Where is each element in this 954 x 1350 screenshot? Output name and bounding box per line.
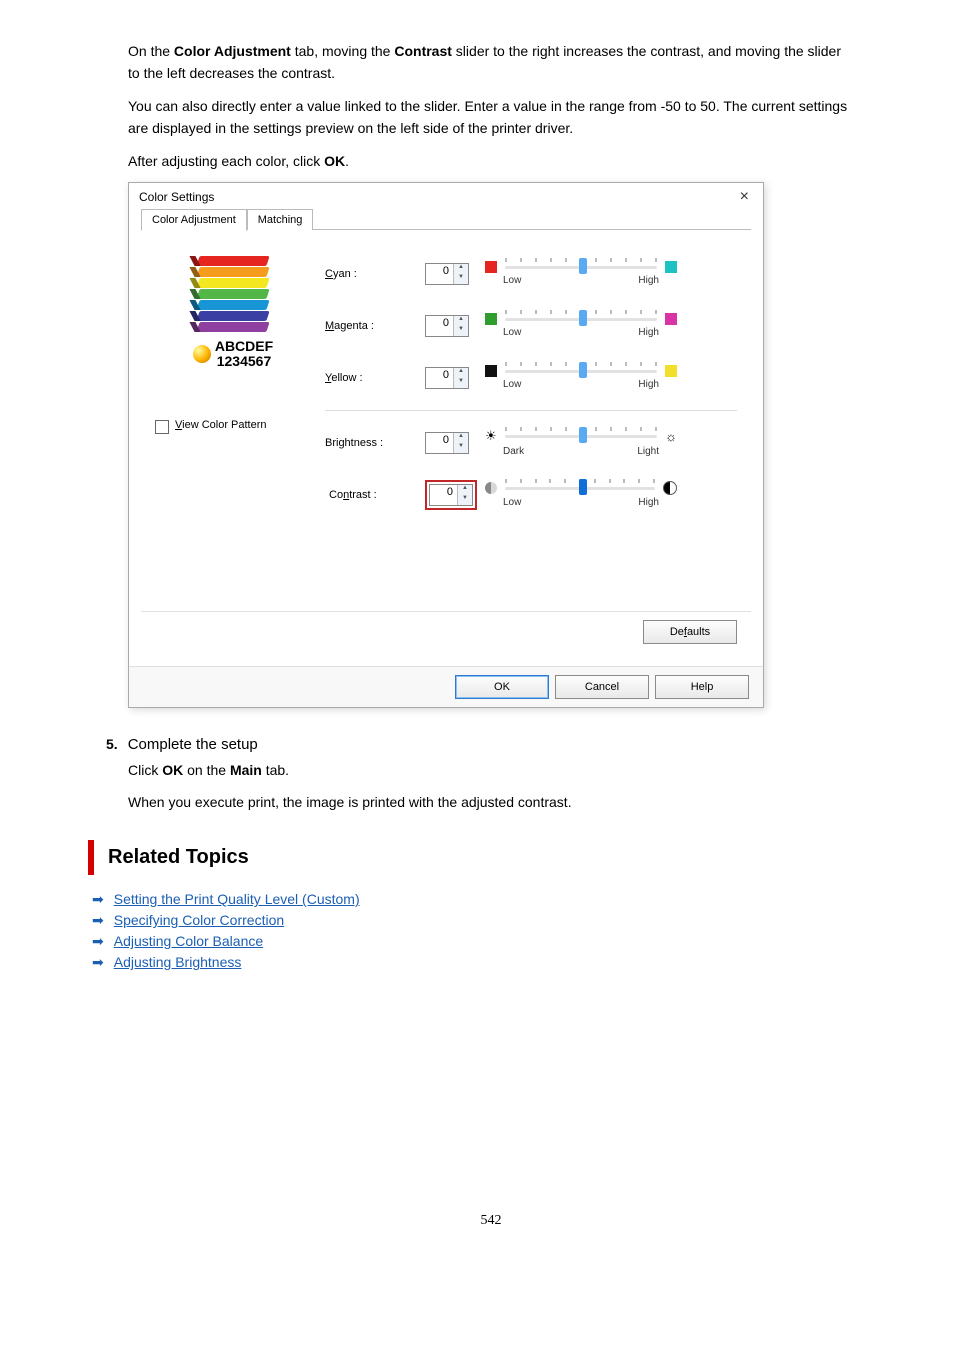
intro-p1: On the Color Adjustment tab, moving the … xyxy=(128,40,854,85)
chevron-down-icon[interactable]: ▼ xyxy=(454,378,468,388)
help-button[interactable]: Help xyxy=(655,675,749,699)
chevron-down-icon[interactable]: ▼ xyxy=(454,274,468,284)
chevron-down-icon[interactable]: ▼ xyxy=(454,443,468,453)
contrast-low-icon xyxy=(485,482,497,494)
magenta-label: Magenta : xyxy=(325,300,425,352)
defaults-button[interactable]: Defaults xyxy=(643,620,737,644)
contrast-high-icon xyxy=(663,481,677,495)
link-print-quality[interactable]: Setting the Print Quality Level (Custom) xyxy=(114,891,360,907)
preview-dot-icon xyxy=(193,345,211,363)
link-brightness[interactable]: Adjusting Brightness xyxy=(114,954,242,970)
related-heading: Related Topics xyxy=(88,840,854,875)
close-icon[interactable]: × xyxy=(736,189,753,205)
dialog-title: Color Settings xyxy=(139,190,214,204)
yellow-spin[interactable]: 0▲▼ xyxy=(425,367,469,389)
chevron-down-icon[interactable]: ▼ xyxy=(454,326,468,336)
txt: Color Adjustment xyxy=(174,43,291,59)
high-label: High xyxy=(638,275,659,286)
preview: ABCDEF 1234567 xyxy=(155,248,325,378)
magenta-low-icon xyxy=(485,313,497,325)
arrow-icon: ➡ xyxy=(92,933,104,950)
yellow-low-icon xyxy=(485,365,497,377)
high-label: High xyxy=(638,497,659,508)
yellow-high-icon xyxy=(665,365,677,377)
low-label: Low xyxy=(503,275,521,286)
cancel-button[interactable]: Cancel xyxy=(555,675,649,699)
link-color-correction[interactable]: Specifying Color Correction xyxy=(114,912,284,928)
txt: After adjusting each color, click xyxy=(128,153,324,169)
magenta-spin[interactable]: 0▲▼ xyxy=(425,315,469,337)
low-label: Low xyxy=(503,379,521,390)
contrast-value: 0 xyxy=(430,485,457,505)
contrast-label: Contrast : xyxy=(325,469,425,521)
tab-matching[interactable]: Matching xyxy=(247,209,314,230)
magenta-value: 0 xyxy=(426,316,453,336)
chevron-up-icon[interactable]: ▲ xyxy=(454,433,468,443)
txt: On the xyxy=(128,43,174,59)
low-label: Low xyxy=(503,497,521,508)
low-label: Dark xyxy=(503,446,524,457)
cyan-spin[interactable]: 0▲▼ xyxy=(425,263,469,285)
yellow-slider[interactable] xyxy=(505,370,657,373)
link-color-balance[interactable]: Adjusting Color Balance xyxy=(114,933,263,949)
cyan-low-icon xyxy=(485,261,497,273)
cyan-label: Cyan : xyxy=(325,248,425,300)
view-color-pattern-label: View Color Pattern xyxy=(175,419,267,431)
brightness-value: 0 xyxy=(426,433,453,453)
sun-light-icon: ☼ xyxy=(665,429,677,444)
low-label: Low xyxy=(503,327,521,338)
brightness-label: Brightness : xyxy=(325,417,425,469)
color-settings-dialog: Color Settings × Color Adjustment Matchi… xyxy=(128,182,764,708)
contrast-slider[interactable] xyxy=(505,487,655,490)
intro-p3: After adjusting each color, click OK. xyxy=(128,150,854,172)
sun-dark-icon: ☀ xyxy=(485,428,497,444)
step5-number: 5. xyxy=(106,736,118,752)
cyan-high-icon xyxy=(665,261,677,273)
txt: tab, moving the xyxy=(291,43,395,59)
ok-button[interactable]: OK xyxy=(455,675,549,699)
chevron-down-icon[interactable]: ▼ xyxy=(458,495,472,505)
cyan-slider[interactable] xyxy=(505,266,657,269)
preview-num: 1234567 xyxy=(215,354,273,369)
tab-color-adjustment[interactable]: Color Adjustment xyxy=(141,209,247,231)
checkbox-icon[interactable] xyxy=(155,420,169,434)
chevron-up-icon[interactable]: ▲ xyxy=(458,485,472,495)
txt: OK xyxy=(324,153,345,169)
txt: . xyxy=(345,153,349,169)
chevron-up-icon[interactable]: ▲ xyxy=(454,316,468,326)
arrow-icon: ➡ xyxy=(92,891,104,908)
chevron-up-icon[interactable]: ▲ xyxy=(454,264,468,274)
related-links: ➡ Setting the Print Quality Level (Custom… xyxy=(92,889,854,973)
chevron-up-icon[interactable]: ▲ xyxy=(454,368,468,378)
tabs: Color Adjustment Matching xyxy=(141,209,751,230)
yellow-label: Yellow : xyxy=(325,352,425,404)
high-label: High xyxy=(638,379,659,390)
step5-title: Complete the setup xyxy=(128,736,258,753)
page-number: 542 xyxy=(128,1213,854,1229)
magenta-high-icon xyxy=(665,313,677,325)
step5-body1: Click OK on the Main tab. xyxy=(128,759,854,781)
yellow-value: 0 xyxy=(426,368,453,388)
brightness-spin[interactable]: 0▲▼ xyxy=(425,432,469,454)
preview-abc: ABCDEF xyxy=(215,339,273,354)
intro-p2: You can also directly enter a value link… xyxy=(128,95,854,140)
contrast-spin[interactable]: 0▲▼ xyxy=(429,484,473,506)
cyan-value: 0 xyxy=(426,264,453,284)
high-label: High xyxy=(638,327,659,338)
step5-body2: When you execute print, the image is pri… xyxy=(128,791,854,813)
arrow-icon: ➡ xyxy=(92,954,104,971)
view-color-pattern-row[interactable]: View Color Pattern xyxy=(155,417,325,433)
magenta-slider[interactable] xyxy=(505,318,657,321)
arrow-icon: ➡ xyxy=(92,912,104,929)
high-label: Light xyxy=(637,446,659,457)
txt: Contrast xyxy=(394,43,452,59)
brightness-slider[interactable] xyxy=(505,435,657,438)
